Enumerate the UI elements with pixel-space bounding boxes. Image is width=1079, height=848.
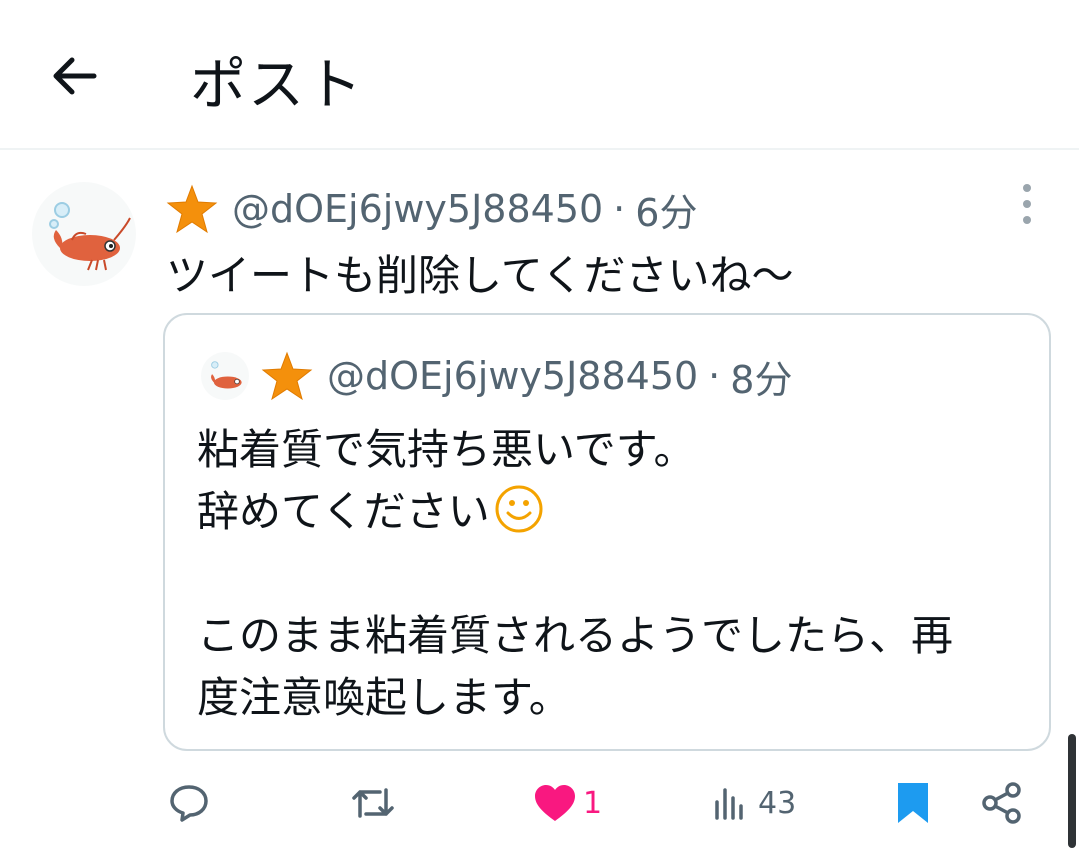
tweet-handle[interactable]: @dOEj6jwy5J88450: [232, 187, 603, 231]
quoted-avatar: [201, 352, 249, 400]
back-button[interactable]: [44, 46, 104, 106]
more-vertical-icon: [1023, 184, 1031, 192]
more-dot-3: [1023, 216, 1031, 224]
tweet-text: ツイートも削除してくださいね〜: [166, 251, 794, 300]
shrimp-avatar-icon: [211, 361, 242, 389]
scrollbar[interactable]: [1068, 734, 1076, 848]
top-bar: ポスト: [0, 0, 1079, 150]
repost-icon: [352, 788, 394, 818]
quoted-line: このまま粘着質されるようでしたら、再: [197, 611, 954, 660]
quoted-line: [197, 543, 953, 605]
heart-icon: [535, 785, 575, 821]
reply-button[interactable]: [168, 770, 210, 836]
arrow-left-icon: [53, 57, 97, 95]
page-title: ポスト: [190, 53, 364, 118]
bookmark-button[interactable]: [894, 770, 932, 836]
star-icon: [166, 184, 218, 234]
quoted-text: 粘着質で気持ち悪いです。 辞めてください このまま粘着質されるようでしたら、再 …: [197, 419, 953, 729]
view-count: 43: [758, 785, 797, 821]
avatar[interactable]: [32, 182, 136, 286]
more-dot-2: [1023, 200, 1031, 208]
views-button[interactable]: 43: [712, 770, 796, 836]
quoted-line-with-emoji: 辞めてください: [197, 481, 953, 543]
repost-button[interactable]: [350, 770, 396, 836]
quoted-time: 8分: [730, 357, 793, 402]
quoted-line: 粘着質で気持ち悪いです。: [197, 425, 696, 474]
quoted-handle: @dOEj6jwy5J88450: [327, 354, 699, 398]
share-icon: [982, 782, 1021, 824]
separator-dot: ·: [708, 354, 721, 398]
share-button[interactable]: [980, 770, 1024, 836]
more-options-button[interactable]: [1010, 184, 1044, 224]
shrimp-avatar-icon: [49, 202, 131, 271]
quoted-line: 度注意喚起します。: [197, 673, 571, 722]
views-icon: [715, 788, 743, 820]
bookmark-icon: [898, 783, 928, 823]
star-icon: [261, 351, 313, 401]
reply-icon: [170, 785, 208, 822]
smiley-emoji-icon: [495, 485, 543, 533]
quoted-tweet[interactable]: @dOEj6jwy5J88450 · 8分 粘着質で気持ち悪いです。 辞めてくだ…: [163, 313, 1051, 751]
tweet-header: @dOEj6jwy5J88450 · 6分: [166, 182, 697, 237]
tweet-time[interactable]: 6分: [635, 182, 697, 237]
action-bar: 1 43: [0, 770, 1079, 836]
like-button[interactable]: 1: [533, 770, 602, 836]
quoted-tweet-header: @dOEj6jwy5J88450 · 8分: [201, 349, 792, 403]
like-count: 1: [583, 785, 603, 821]
separator-dot: ·: [613, 187, 626, 231]
quoted-line: 辞めてください: [197, 487, 490, 536]
